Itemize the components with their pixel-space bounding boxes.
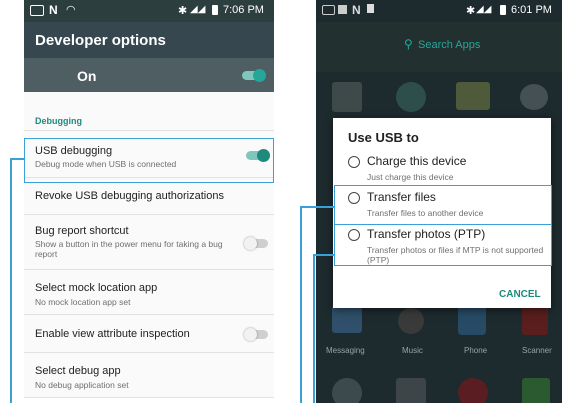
search-bar[interactable]: ⚲ Search Apps — [316, 22, 562, 72]
gallery-app-icon[interactable] — [456, 82, 490, 110]
bluetooth-icon: ✱ — [178, 5, 188, 17]
debug-app-title: Select debug app — [35, 365, 121, 377]
option-charge-subtitle: Just charge this device — [367, 172, 454, 182]
phone-app-icon[interactable] — [458, 305, 486, 335]
calculator-app-icon[interactable] — [396, 82, 426, 112]
music-app-icon[interactable] — [398, 308, 424, 334]
status-bar: N ✱ ◢◢ 6:01 PM — [316, 0, 562, 22]
bug-report-toggle[interactable] — [244, 237, 268, 250]
messaging-app-icon[interactable] — [332, 305, 362, 333]
debug-app-row[interactable]: Select debug app No debug application se… — [24, 353, 274, 398]
app-bar: Developer options — [24, 22, 274, 58]
status-bar: N ◠ ✱ ◢◢ 7:06 PM — [24, 0, 274, 22]
usb-debugging-callout — [24, 138, 274, 183]
callout-line — [300, 206, 335, 208]
section-header-label: Debugging — [35, 116, 82, 126]
battery-icon — [212, 5, 218, 15]
bug-report-subtitle: Show a button in the power menu for taki… — [35, 239, 223, 259]
cancel-button[interactable]: CANCEL — [499, 289, 541, 300]
revoke-usb-title: Revoke USB debugging authorizations — [35, 190, 224, 202]
settings-app-icon[interactable] — [396, 378, 426, 403]
search-icon: ⚲ — [404, 37, 413, 51]
dialog-title: Use USB to — [348, 130, 419, 145]
transfer-photos-callout — [334, 224, 552, 266]
status-time: 6:01 PM — [511, 4, 552, 16]
developer-options-screen: N ◠ ✱ ◢◢ 7:06 PM Developer options On De… — [24, 0, 274, 403]
keyboard-icon — [30, 5, 44, 16]
mock-location-title: Select mock location app — [35, 282, 158, 294]
signal-icon: ◢◢ — [476, 4, 492, 15]
toggle-knob — [244, 237, 257, 250]
view-attribute-toggle[interactable] — [244, 328, 268, 341]
view-attribute-row[interactable]: Enable view attribute inspection — [24, 315, 274, 353]
keyboard-icon — [322, 5, 335, 15]
dock-label-phone: Phone — [464, 346, 488, 355]
qr-app-icon[interactable] — [332, 82, 362, 112]
toggle-knob — [244, 328, 257, 341]
image-icon — [338, 5, 347, 14]
master-toggle[interactable] — [242, 69, 266, 82]
dock-label-messaging: Messaging — [326, 346, 365, 355]
alert-app-icon[interactable] — [458, 378, 488, 403]
dock-label-scanner: Scanner — [522, 346, 552, 355]
toggle-knob — [253, 69, 266, 82]
scanner-app-icon[interactable] — [522, 305, 548, 335]
search-label: Search Apps — [418, 39, 481, 51]
status-time: 7:06 PM — [223, 4, 264, 16]
sim-icon — [367, 4, 374, 13]
callout-line — [10, 158, 25, 160]
callout-line — [300, 206, 302, 403]
play-app-icon[interactable] — [522, 378, 550, 403]
master-switch-label: On — [77, 68, 97, 84]
page-title: Developer options — [35, 32, 166, 49]
nfc-icon: N — [49, 3, 58, 17]
bug-report-row[interactable]: Bug report shortcut Show a button in the… — [24, 215, 274, 270]
wifi-icon: ◠ — [66, 4, 76, 16]
bug-report-title: Bug report shortcut — [35, 225, 129, 237]
view-attribute-title: Enable view attribute inspection — [35, 328, 190, 340]
callout-line — [313, 254, 335, 256]
signal-icon: ◢◢ — [190, 4, 206, 15]
master-switch-bar[interactable]: On — [24, 58, 274, 92]
camera-app-icon[interactable] — [520, 84, 548, 110]
radio-charge[interactable] — [348, 156, 360, 168]
mock-location-subtitle: No mock location app set — [35, 297, 131, 307]
mock-location-row[interactable]: Select mock location app No mock locatio… — [24, 270, 274, 315]
revoke-usb-row[interactable]: Revoke USB debugging authorizations — [24, 178, 274, 215]
search-app-icon[interactable] — [332, 378, 362, 403]
callout-line — [313, 254, 315, 403]
bluetooth-icon: ✱ — [466, 5, 476, 17]
transfer-files-callout — [334, 185, 552, 225]
option-charge-title[interactable]: Charge this device — [367, 154, 466, 168]
debug-app-subtitle: No debug application set — [35, 380, 129, 390]
nfc-icon: N — [352, 3, 361, 17]
battery-icon — [500, 5, 506, 15]
callout-line — [10, 158, 12, 403]
dock-label-music: Music — [402, 346, 423, 355]
section-header: Debugging — [24, 92, 274, 131]
